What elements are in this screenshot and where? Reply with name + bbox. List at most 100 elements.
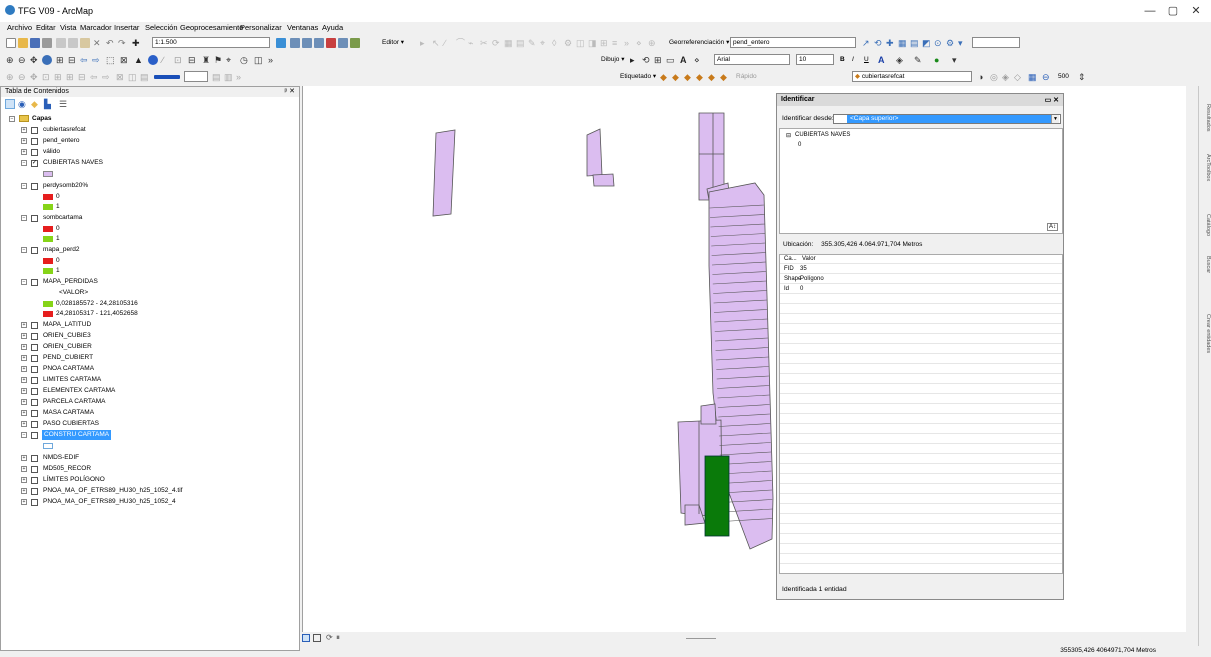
editor-toolbar-icon[interactable]	[276, 38, 286, 48]
layer-visibility-checkbox[interactable]	[31, 332, 38, 340]
list-by-drawing-order-icon[interactable]	[5, 99, 15, 109]
menu-personalizar[interactable]: Personalizar	[240, 23, 282, 32]
copy-icon[interactable]	[68, 38, 78, 48]
layer-visibility-checkbox[interactable]	[31, 431, 38, 439]
effects-table-icon[interactable]: ▦	[1028, 72, 1038, 82]
chevron-down-icon[interactable]: ▼	[1051, 115, 1059, 123]
redo-icon[interactable]: ↷	[118, 38, 128, 48]
identify-results-tree[interactable]: ⊟ CUBIERTAS NAVES 0 A↕	[779, 128, 1063, 234]
transparency-icon[interactable]: ◑	[978, 72, 988, 82]
layout-back-icon[interactable]: ⇦	[90, 72, 100, 82]
layer-visibility-checkbox[interactable]	[31, 137, 38, 145]
identify-window[interactable]: Identificar ▭ ✕ Identificar desde: <Capa…	[776, 93, 1064, 600]
georeferencing-layer-combo[interactable]: pend_entero	[730, 37, 856, 48]
georef-options-icon[interactable]: ⚙	[946, 38, 956, 48]
red-symbol-swatch[interactable]	[43, 258, 53, 264]
quick-labeling-dropdown[interactable]: Rápido	[736, 72, 757, 82]
layer-visibility-checkbox[interactable]	[31, 365, 38, 373]
split-tool-icon[interactable]: ✂	[480, 38, 490, 48]
map-scale-combo[interactable]: 1:1.500	[152, 37, 270, 48]
brightness-icon[interactable]: ◎	[990, 72, 1000, 82]
find-route-icon[interactable]: ⚑	[214, 55, 224, 65]
tree-layer-node[interactable]: CUBIERTAS NAVES	[795, 132, 850, 138]
focus-frame-icon[interactable]: ◫	[128, 72, 138, 82]
expand-icon[interactable]: +	[21, 466, 27, 472]
model-builder-icon[interactable]	[350, 38, 360, 48]
back-extent-icon[interactable]: ⇦	[80, 55, 90, 65]
change-layout-icon[interactable]: ▤	[140, 72, 150, 82]
drawing-overflow-icon[interactable]: ▾	[952, 55, 962, 65]
collapse-icon[interactable]: −	[21, 183, 27, 189]
text-tool-icon[interactable]: A	[680, 55, 690, 65]
table-row[interactable]: Id 0	[780, 285, 1062, 294]
select-elements-icon[interactable]: ▲	[134, 55, 144, 65]
layout-fixed-zoom-in-icon[interactable]: ⊞	[66, 72, 76, 82]
layer-visibility-checkbox[interactable]	[31, 182, 38, 190]
pause-drawing-icon[interactable]: ⏸	[336, 633, 340, 643]
zoom-to-drawing-icon[interactable]: ⊞	[654, 55, 664, 65]
arctoolbox-icon[interactable]	[326, 38, 336, 48]
expand-icon[interactable]: +	[21, 355, 27, 361]
selected-building-highlight[interactable]	[704, 455, 730, 537]
column-header-field[interactable]: Ca...	[784, 255, 797, 264]
goto-xy-icon[interactable]: ⌖	[226, 55, 236, 65]
edit-annotation-icon[interactable]: ↖	[432, 38, 442, 48]
blank-combo[interactable]	[972, 37, 1020, 48]
layout-zoom-bar-icon[interactable]	[154, 75, 180, 79]
tools-overflow-icon[interactable]: »	[268, 55, 278, 65]
hyperlink-icon[interactable]: ∕	[162, 55, 172, 65]
expand-icon[interactable]: +	[21, 477, 27, 483]
layout-zoom-out-icon[interactable]: ⊖	[18, 72, 28, 82]
expand-icon[interactable]: +	[21, 149, 27, 155]
table-of-contents-icon[interactable]	[290, 38, 300, 48]
red-symbol-swatch[interactable]	[43, 311, 53, 317]
expand-icon[interactable]: +	[21, 488, 27, 494]
layer-visibility-checkbox[interactable]	[31, 148, 38, 156]
trace-icon[interactable]: ⌁	[468, 38, 478, 48]
data-view-icon[interactable]	[302, 634, 310, 642]
open-folder-icon[interactable]	[18, 38, 28, 48]
green-symbol-swatch[interactable]	[43, 204, 53, 210]
identify-window-controls[interactable]: ▭ ✕	[1045, 95, 1059, 107]
fixed-zoom-in-icon[interactable]: ⊞	[56, 55, 66, 65]
expand-icon[interactable]: +	[21, 333, 27, 339]
rotate-drawing-icon[interactable]: ⟲	[642, 55, 652, 65]
pan-icon[interactable]: ✥	[30, 55, 40, 65]
hollow-symbol-swatch[interactable]	[43, 443, 53, 449]
layout-zoom-combo[interactable]	[184, 71, 208, 82]
catalog-tab[interactable]: Catálogo	[1200, 214, 1211, 236]
table-row[interactable]: FID 35	[780, 265, 1062, 274]
results-tab[interactable]: Resultados	[1200, 104, 1211, 132]
toolbar-overflow-icon[interactable]: »	[624, 38, 634, 48]
building-polygon[interactable]	[586, 128, 603, 177]
layer-visibility-checkbox[interactable]	[31, 409, 38, 417]
forward-extent-icon[interactable]: ⇨	[92, 55, 102, 65]
toc-options-icon[interactable]: ☰	[59, 99, 69, 109]
collapse-icon[interactable]: −	[21, 215, 27, 221]
menu-geoprocesamiento[interactable]: Geoprocesamiento	[180, 23, 243, 32]
expand-icon[interactable]: +	[21, 127, 27, 133]
snapping-layer-combo[interactable]: ◆ cubiertasrefcat	[852, 71, 972, 82]
marker-color-icon[interactable]: ●	[934, 55, 944, 65]
fill-color-icon[interactable]: ◈	[896, 55, 906, 65]
collapse-icon[interactable]: −	[21, 432, 27, 438]
page-setup-icon[interactable]: ▥	[224, 72, 234, 82]
layout-view-icon[interactable]	[313, 634, 321, 642]
print-icon[interactable]	[42, 38, 52, 48]
time-slider-icon[interactable]: ◷	[240, 55, 250, 65]
validate-features-icon[interactable]: ◨	[588, 38, 598, 48]
lock-labels-icon[interactable]: ◆	[684, 72, 694, 82]
edit-tool-icon[interactable]: ▸	[420, 38, 430, 48]
building-polygon[interactable]	[432, 129, 456, 217]
expand-icon[interactable]: +	[21, 399, 27, 405]
save-icon[interactable]	[30, 38, 40, 48]
layer-visibility-checkbox[interactable]	[31, 126, 38, 134]
layer-visibility-checkbox[interactable]	[31, 465, 38, 473]
label-weight-icon[interactable]: ◆	[672, 72, 682, 82]
cut-polygons-icon[interactable]: ◊	[552, 38, 562, 48]
font-color-icon[interactable]: A	[878, 55, 888, 65]
edit-vertices-icon[interactable]: ⋄	[636, 38, 646, 48]
layout-overflow-icon[interactable]: »	[236, 72, 246, 82]
layout-zoom-in-icon[interactable]: ⊕	[6, 72, 16, 82]
arctoolbox-tab[interactable]: ArcToolbox	[1200, 154, 1211, 181]
